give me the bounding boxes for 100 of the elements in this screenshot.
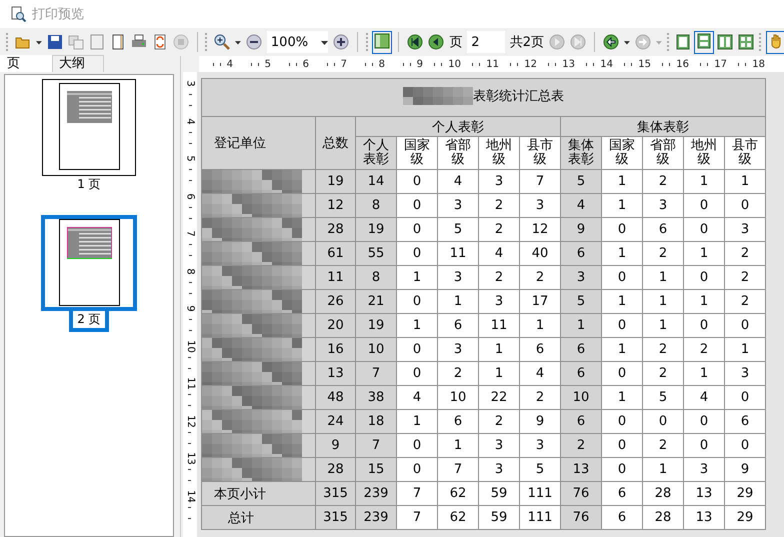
table-cell: 1 bbox=[618, 390, 626, 405]
table-cell: 4 bbox=[536, 366, 544, 381]
first-page-icon[interactable] bbox=[407, 34, 424, 50]
table-cell: 1 bbox=[494, 366, 504, 381]
table-cell: 1 bbox=[454, 438, 462, 453]
table-cell: 0 bbox=[618, 222, 626, 237]
table-cell: 62 bbox=[450, 486, 466, 501]
print-preview-icon bbox=[10, 6, 26, 22]
thumbnail-panel-icon[interactable] bbox=[374, 32, 390, 48]
page-number-field[interactable]: 2 bbox=[467, 31, 505, 53]
table-cell: 6 bbox=[576, 414, 586, 429]
table-cell: 1 bbox=[412, 318, 422, 333]
table-cell: 1 bbox=[700, 174, 708, 189]
table-cell: 2 bbox=[740, 270, 750, 285]
table-cell: 4 bbox=[494, 246, 504, 261]
page-thumbnail[interactable] bbox=[42, 79, 136, 176]
table-cell: 2 bbox=[494, 270, 504, 285]
table-cell: 12 bbox=[532, 222, 548, 237]
table-cell: 1 bbox=[494, 342, 504, 357]
table-cell: 2 bbox=[658, 366, 668, 381]
table-cell: 3 bbox=[494, 462, 504, 477]
table-cell: 6 bbox=[576, 342, 586, 357]
table-cell: 6 bbox=[576, 366, 586, 381]
two-page-vertical-icon[interactable] bbox=[696, 32, 712, 48]
table-cell: 1 bbox=[454, 294, 462, 309]
table-cell: 1 bbox=[700, 246, 708, 261]
table-cell: 6 bbox=[658, 222, 668, 237]
thumbnail-label: 1 页 bbox=[76, 176, 102, 193]
column-header: 个人表彰 bbox=[362, 139, 390, 167]
table-cell: 9 bbox=[536, 414, 544, 429]
table-cell: 3 bbox=[494, 174, 504, 189]
table-cell: 3 bbox=[536, 438, 544, 453]
table-cell: 11 bbox=[490, 318, 508, 333]
ruler-number: 16 bbox=[676, 58, 689, 70]
ruler-number: 18 bbox=[752, 58, 765, 70]
ruler-number: 4 bbox=[184, 118, 196, 124]
table-cell: 14 bbox=[368, 174, 384, 189]
ruler-number: 6 bbox=[184, 192, 196, 200]
table-cell: 0 bbox=[618, 318, 626, 333]
column-header: 地州级 bbox=[690, 139, 718, 167]
document-icon[interactable] bbox=[110, 34, 126, 50]
table-cell: 2 bbox=[454, 366, 462, 381]
table-cell: 6 bbox=[740, 414, 750, 429]
table-cell: 6 bbox=[454, 318, 462, 333]
table-cell: 0 bbox=[658, 414, 668, 429]
column-header: 省部级 bbox=[444, 139, 472, 167]
table-cell: 7 bbox=[412, 486, 422, 501]
page-thumbnail[interactable] bbox=[41, 215, 137, 311]
refresh-icon[interactable] bbox=[152, 34, 168, 50]
ruler-number: 7 bbox=[340, 58, 347, 70]
ruler-number: 5 bbox=[184, 155, 196, 162]
table-cell: 26 bbox=[327, 294, 344, 309]
table-cell: 111 bbox=[528, 510, 552, 525]
table-cell: 3 bbox=[454, 198, 462, 213]
four-page-icon[interactable] bbox=[738, 34, 754, 50]
sidebar-tab[interactable]: 大纲 bbox=[52, 55, 104, 72]
table-cell: 62 bbox=[450, 510, 466, 525]
table-cell: 0 bbox=[412, 462, 422, 477]
table-cell: 1 bbox=[740, 342, 750, 357]
table-cell: 76 bbox=[572, 486, 590, 501]
zoom-dropdown[interactable]: 100% bbox=[266, 31, 328, 53]
table-cell: 11 bbox=[450, 246, 466, 261]
table-cell: 13 bbox=[696, 510, 712, 525]
table-cell: 4 bbox=[576, 198, 586, 213]
table-cell: 5 bbox=[576, 294, 586, 309]
redaction-mosaic bbox=[403, 86, 473, 104]
printer-icon[interactable] bbox=[130, 34, 147, 50]
zoom-in-icon[interactable] bbox=[214, 34, 230, 50]
table-cell: 10 bbox=[368, 342, 384, 357]
previous-page-icon[interactable] bbox=[428, 34, 444, 50]
table-cell: 1 bbox=[700, 294, 708, 309]
save-icon[interactable] bbox=[46, 34, 63, 50]
table-cell: 1 bbox=[536, 318, 544, 333]
row-label: 总计 bbox=[228, 510, 254, 526]
table-cell: 315 bbox=[323, 510, 348, 525]
table-cell: 111 bbox=[528, 486, 552, 501]
table-cell: 0 bbox=[740, 390, 750, 405]
table-cell: 28 bbox=[654, 510, 672, 525]
table-cell: 2 bbox=[494, 198, 504, 213]
ruler-number: 9 bbox=[416, 58, 423, 70]
ruler-number: 6 bbox=[302, 58, 309, 70]
single-page-icon[interactable] bbox=[675, 34, 692, 50]
table-cell: 2 bbox=[576, 438, 586, 453]
sidebar-tab[interactable]: 页 bbox=[0, 55, 52, 72]
table-cell: 4 bbox=[412, 390, 422, 405]
zoom-plus-icon[interactable] bbox=[332, 34, 349, 50]
two-page-icon[interactable] bbox=[717, 34, 734, 50]
back-icon[interactable] bbox=[602, 34, 619, 50]
table-cell: 3 bbox=[536, 198, 544, 213]
zoom-out-icon[interactable] bbox=[246, 34, 262, 50]
table-cell: 0 bbox=[700, 438, 708, 453]
table-cell: 5 bbox=[576, 174, 586, 189]
ruler-number: 8 bbox=[184, 268, 196, 274]
table-cell: 6 bbox=[454, 414, 462, 429]
table-cell: 2 bbox=[536, 270, 544, 285]
table-cell: 1 bbox=[576, 318, 586, 333]
table-cell: 0 bbox=[618, 414, 626, 429]
table-cell: 0 bbox=[412, 246, 422, 261]
table-cell: 2 bbox=[658, 174, 668, 189]
ruler-number: 15 bbox=[638, 58, 651, 70]
